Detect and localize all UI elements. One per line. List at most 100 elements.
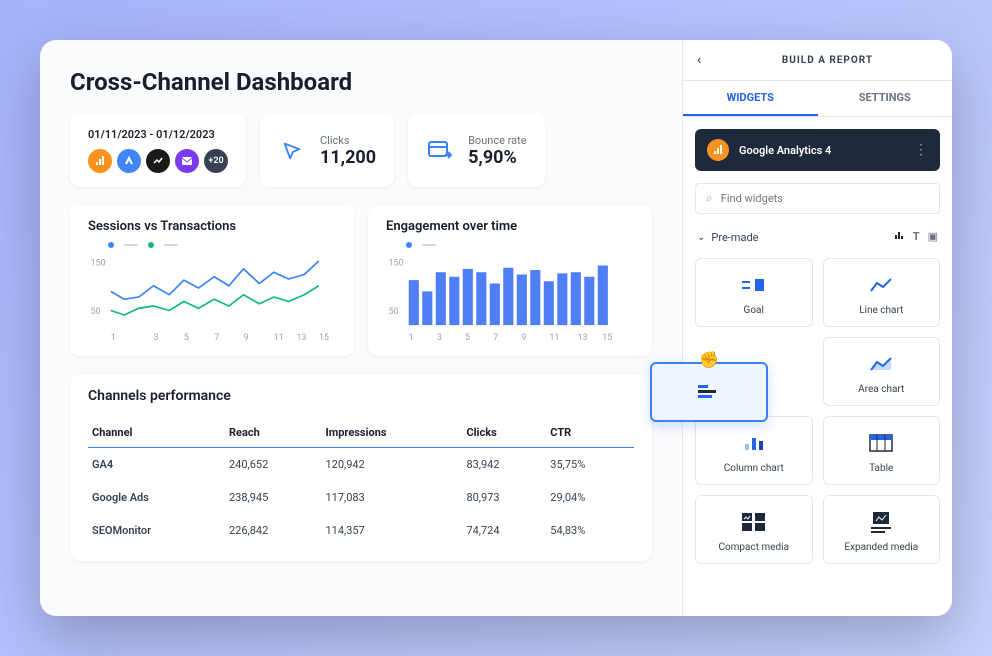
text-view-icon[interactable]: T <box>913 230 920 244</box>
table-cell: 240,652 <box>225 448 321 482</box>
mail-icon <box>175 149 199 173</box>
grab-cursor-icon: ✊ <box>699 350 719 369</box>
table-cell: 117,083 <box>321 481 462 514</box>
svg-text:15: 15 <box>602 333 612 342</box>
widget-area-chart[interactable]: Area chart <box>823 337 941 406</box>
image-view-icon[interactable]: ▣ <box>928 230 938 244</box>
engagement-chart-card: Engagement over time 150 50 13579111315 <box>368 205 652 356</box>
table-row[interactable]: SEOMonitor226,842114,35774,72454,83% <box>88 514 634 547</box>
google-ads-icon <box>117 149 141 173</box>
th-impressions: Impressions <box>321 418 462 448</box>
table-cell: 83,942 <box>462 448 546 482</box>
stats-row: 01/11/2023 - 01/12/2023 +20 Clicks 11,20… <box>70 114 652 187</box>
bounce-label: Bounce rate <box>468 134 527 147</box>
table-cell: 29,04% <box>546 481 634 514</box>
sessions-chart-title: Sessions vs Transactions <box>88 219 336 234</box>
bar-view-icon[interactable] <box>894 230 905 244</box>
svg-text:7: 7 <box>214 333 219 342</box>
sessions-chart: 150 50 13579111315 <box>88 252 336 342</box>
more-channels-badge[interactable]: +20 <box>204 149 228 173</box>
legend-dot-sessions <box>108 242 114 248</box>
bounce-value: 5,90% <box>468 147 527 168</box>
date-range-card[interactable]: 01/11/2023 - 01/12/2023 +20 <box>70 114 246 187</box>
datasource-menu-icon[interactable]: ⋮ <box>914 142 928 158</box>
th-clicks: Clicks <box>462 418 546 448</box>
tab-settings[interactable]: SETTINGS <box>818 81 953 116</box>
clicks-label: Clicks <box>320 134 376 147</box>
widget-line-chart[interactable]: Line chart <box>823 258 941 327</box>
browser-icon <box>426 137 454 165</box>
widget-expanded-media[interactable]: Expanded media <box>823 495 941 564</box>
dragging-widget-bar-chart[interactable]: ✊ <box>650 362 768 422</box>
legend-dash <box>124 244 138 246</box>
svg-text:3: 3 <box>437 333 442 342</box>
th-ctr: CTR <box>546 418 634 448</box>
line-chart-icon <box>869 273 893 297</box>
datasource-name: Google Analytics 4 <box>739 144 904 157</box>
table-row[interactable]: GA4240,652120,94283,94235,75% <box>88 448 634 482</box>
clicks-card: Clicks 11,200 <box>260 114 394 187</box>
table-cell: 120,942 <box>321 448 462 482</box>
table-cell: 35,75% <box>546 448 634 482</box>
clicks-value: 11,200 <box>320 147 376 168</box>
ga4-icon <box>88 149 112 173</box>
table-icon <box>869 431 893 455</box>
analytics-icon <box>146 149 170 173</box>
legend-dash <box>422 244 436 246</box>
svg-text:13: 13 <box>578 333 588 342</box>
area-chart-icon <box>869 352 893 376</box>
svg-text:5: 5 <box>184 333 189 342</box>
bounce-card: Bounce rate 5,90% <box>408 114 545 187</box>
widget-goal[interactable]: Goal <box>695 258 813 327</box>
table-cell: 238,945 <box>225 481 321 514</box>
sessions-legend <box>88 242 336 248</box>
svg-text:5: 5 <box>465 333 470 342</box>
bar-chart-icon <box>696 383 722 401</box>
legend-dash <box>164 244 178 246</box>
cursor-icon <box>278 137 306 165</box>
channel-icons: +20 <box>88 149 228 173</box>
svg-text:1: 1 <box>409 333 414 342</box>
table-header-row: Channel Reach Impressions Clicks CTR <box>88 418 634 448</box>
table-title: Channels performance <box>88 388 634 404</box>
table-cell: 114,357 <box>321 514 462 547</box>
section-label: Pre-made <box>711 231 887 244</box>
table-cell: Google Ads <box>88 481 225 514</box>
expanded-media-icon <box>869 510 893 534</box>
widget-column-chart[interactable]: Column chart <box>695 416 813 485</box>
svg-text:3: 3 <box>154 333 159 342</box>
goal-icon <box>740 273 768 297</box>
tab-widgets[interactable]: WIDGETS <box>683 81 818 116</box>
widget-label: Compact media <box>718 542 789 553</box>
table-cell: 74,724 <box>462 514 546 547</box>
widget-table[interactable]: Table <box>823 416 941 485</box>
charts-row: Sessions vs Transactions 150 50 13579111… <box>70 205 652 356</box>
svg-text:9: 9 <box>521 333 526 342</box>
th-reach: Reach <box>225 418 321 448</box>
svg-text:9: 9 <box>244 333 249 342</box>
th-channel: Channel <box>88 418 225 448</box>
search-input[interactable] <box>721 192 929 205</box>
column-chart-icon <box>743 431 765 455</box>
search-icon: ⌕ <box>706 191 713 206</box>
premade-section-header[interactable]: ⌄ Pre-made T ▣ <box>683 224 952 250</box>
sessions-chart-card: Sessions vs Transactions 150 50 13579111… <box>70 205 354 356</box>
view-mode-icons: T ▣ <box>894 230 938 244</box>
widget-compact-media[interactable]: Compact media <box>695 495 813 564</box>
svg-text:11: 11 <box>274 333 284 342</box>
svg-text:11: 11 <box>549 333 559 342</box>
search-row: ⌕ <box>695 183 940 214</box>
date-range-text: 01/11/2023 - 01/12/2023 <box>88 128 228 141</box>
back-button[interactable]: ‹ <box>697 52 717 68</box>
widget-label: Goal <box>744 305 764 316</box>
svg-text:150: 150 <box>91 259 106 269</box>
sidebar-tabs: WIDGETS SETTINGS <box>683 81 952 117</box>
channels-table: Channel Reach Impressions Clicks CTR GA4… <box>88 418 634 547</box>
widget-label: Line chart <box>859 305 903 316</box>
datasource-banner[interactable]: Google Analytics 4 ⋮ <box>695 129 940 171</box>
main-panel: Cross-Channel Dashboard 01/11/2023 - 01/… <box>40 40 682 616</box>
svg-text:50: 50 <box>389 307 399 317</box>
table-row[interactable]: Google Ads238,945117,08380,97329,04% <box>88 481 634 514</box>
table-cell: GA4 <box>88 448 225 482</box>
widget-label: Expanded media <box>844 542 918 553</box>
